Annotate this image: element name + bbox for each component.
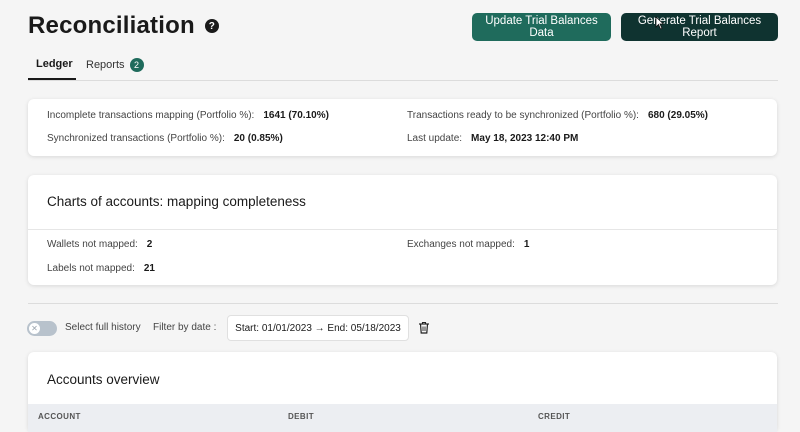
tab-bar: Ledger Reports 2 xyxy=(28,50,778,81)
tab-reports-label: Reports xyxy=(86,59,125,71)
accounts-overview-title: Accounts overview xyxy=(47,372,160,387)
exchanges-not-mapped-stat: Exchanges not mapped: 1 xyxy=(407,239,529,250)
accounts-overview-card: Accounts overview ACCOUNT DEBIT CREDIT xyxy=(28,352,777,432)
section-divider xyxy=(28,303,778,304)
update-trial-balances-button[interactable]: Update Trial Balances Data xyxy=(472,13,611,41)
toggle-off-icon: ✕ xyxy=(29,323,40,334)
date-range-value: Start: 01/01/2023 → End: 05/18/2023 xyxy=(235,322,401,334)
generate-trial-balances-report-button[interactable]: Generate Trial Balances Report xyxy=(621,13,778,41)
page-header: Reconciliation ? xyxy=(28,12,219,40)
transactions-summary-card: Incomplete transactions mapping (Portfol… xyxy=(28,99,777,156)
wallets-not-mapped-stat: Wallets not mapped: 2 xyxy=(47,239,152,250)
tab-ledger[interactable]: Ledger xyxy=(36,58,73,70)
last-update-value: May 18, 2023 12:40 PM xyxy=(471,133,579,144)
tab-ledger-label: Ledger xyxy=(36,58,73,70)
full-history-label: Select full history xyxy=(65,322,141,333)
reports-count-badge: 2 xyxy=(129,58,144,72)
filter-by-date-label: Filter by date : xyxy=(153,322,217,333)
full-history-toggle[interactable]: ✕ xyxy=(27,321,57,336)
exchanges-not-mapped-value: 1 xyxy=(523,239,530,250)
ready-to-sync-value: 680 (29.05%) xyxy=(647,110,709,121)
synchronized-value: 20 (0.85%) xyxy=(233,133,283,144)
labels-not-mapped-label: Labels not mapped: xyxy=(47,263,135,274)
column-header-account[interactable]: ACCOUNT xyxy=(38,412,81,421)
column-header-debit[interactable]: DEBIT xyxy=(288,412,314,421)
synchronized-stat: Synchronized transactions (Portfolio %):… xyxy=(47,133,283,144)
exchanges-not-mapped-label: Exchanges not mapped: xyxy=(407,239,515,250)
tab-reports[interactable]: Reports 2 xyxy=(86,58,144,72)
wallets-not-mapped-value: 2 xyxy=(146,239,153,250)
trash-icon[interactable] xyxy=(418,321,430,334)
ready-to-sync-label: Transactions ready to be synchronized (P… xyxy=(407,110,639,121)
accounts-table-header: ACCOUNT DEBIT CREDIT xyxy=(28,404,777,432)
labels-not-mapped-stat: Labels not mapped: 21 xyxy=(47,263,155,274)
synchronized-label: Synchronized transactions (Portfolio %): xyxy=(47,133,225,144)
mapping-completeness-card: Charts of accounts: mapping completeness… xyxy=(28,175,777,285)
ready-to-sync-stat: Transactions ready to be synchronized (P… xyxy=(407,110,708,121)
mouse-cursor-icon xyxy=(655,16,665,30)
column-header-credit[interactable]: CREDIT xyxy=(538,412,570,421)
incomplete-mapping-value: 1641 (70.10%) xyxy=(263,110,329,121)
labels-not-mapped-value: 21 xyxy=(143,263,155,274)
wallets-not-mapped-label: Wallets not mapped: xyxy=(47,239,138,250)
active-tab-indicator xyxy=(28,78,76,80)
mapping-card-title: Charts of accounts: mapping completeness xyxy=(47,194,306,209)
page-title: Reconciliation xyxy=(28,12,195,39)
last-update-label: Last update: xyxy=(407,133,463,144)
last-update-stat: Last update: May 18, 2023 12:40 PM xyxy=(407,133,578,144)
incomplete-mapping-label: Incomplete transactions mapping (Portfol… xyxy=(47,110,255,121)
incomplete-mapping-stat: Incomplete transactions mapping (Portfol… xyxy=(47,110,329,121)
card-divider xyxy=(28,229,777,230)
help-icon[interactable]: ? xyxy=(204,19,219,33)
date-range-picker[interactable]: Start: 01/01/2023 → End: 05/18/2023 xyxy=(227,315,409,341)
